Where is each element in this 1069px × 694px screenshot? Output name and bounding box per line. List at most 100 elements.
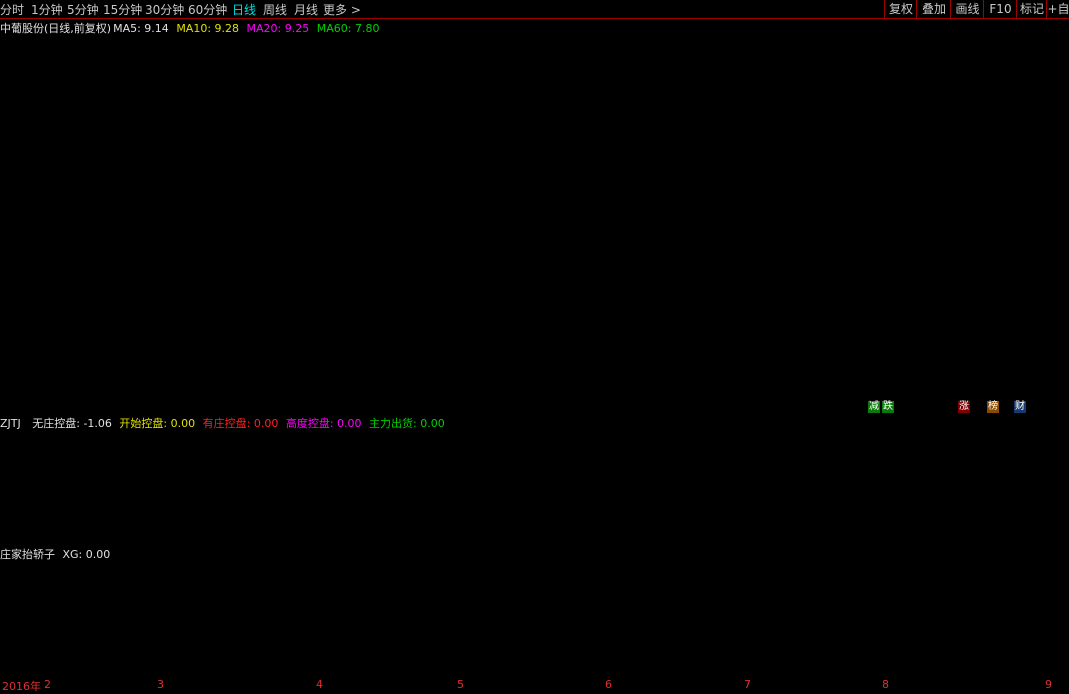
zjtj-bar (429, 494, 433, 502)
candle-body (151, 340, 159, 350)
candle-body (185, 338, 193, 345)
period-tab-4[interactable]: 30分钟 (145, 1, 184, 18)
candle-body (327, 249, 335, 282)
zjtj-bar (228, 490, 232, 502)
candle-body (110, 346, 118, 351)
candle-body (318, 278, 326, 302)
badge-rise[interactable]: 涨 (958, 401, 970, 413)
period-tab-7[interactable]: 周线 (263, 1, 287, 18)
candle-body (644, 329, 652, 332)
zjtj-bar (295, 490, 299, 502)
zjtj-bar (671, 496, 675, 502)
candle-body (819, 204, 827, 226)
period-tab-2[interactable]: 5分钟 (67, 1, 99, 18)
zjtj-bar (1005, 502, 1009, 506)
candle-body (586, 329, 593, 337)
candle-body (143, 340, 151, 348)
zjtj-bar (245, 490, 249, 502)
toolbar-button-3[interactable]: F10 (983, 0, 1017, 18)
candle-body (844, 170, 852, 191)
chart-canvas[interactable]: 10.784.55× × × × × × × × × × × × × × × × × × × × × (0, 0, 1069, 691)
candle-body (18, 350, 26, 376)
zjtj-bar (688, 492, 692, 502)
candle-body (602, 320, 610, 324)
candle-body (719, 295, 727, 298)
candle-body (168, 340, 176, 343)
main-legend: 中葡股份(日线,前复权) MA5: 9.14 MA10: 9.28 MA20: 9… (0, 20, 383, 36)
toolbar-button-0[interactable]: 复权 (884, 0, 917, 18)
candle-body (419, 247, 426, 267)
zjtj-bar (212, 492, 216, 502)
zjtj-bar (387, 482, 391, 502)
zjtj-bar (838, 454, 842, 502)
candle-body (302, 307, 310, 311)
candle-body (853, 147, 861, 174)
badge-finance[interactable]: 财 (1014, 401, 1026, 413)
buy-arrow-head (908, 203, 939, 220)
buy-arrow-head (299, 318, 329, 335)
zjtj-bar (61, 502, 65, 526)
date-label: 3 (157, 678, 164, 691)
candle-body (736, 289, 744, 296)
candle-body (544, 328, 552, 334)
zjtj-bar (78, 502, 82, 510)
zjtj-bar (1038, 502, 1042, 504)
toolbar-button-1[interactable]: 叠加 (916, 0, 951, 18)
zjtj-bar (479, 502, 483, 518)
event-marker-icon: × (993, 32, 1000, 41)
candle-body (778, 283, 786, 287)
indicator-name: ZJTJ (0, 417, 21, 430)
zjtj-bar (521, 502, 525, 522)
candle-body (552, 326, 560, 330)
zjtj-bar (170, 494, 174, 502)
signal-legend: 庄家抬轿子 XG: 0.00 (0, 546, 114, 562)
period-tab-8[interactable]: 月线 (294, 1, 318, 18)
candle-body (1020, 133, 1028, 144)
period-tab-6[interactable]: 日线 (232, 1, 256, 18)
zjtj-bar (729, 490, 733, 502)
zjtj-bar (780, 490, 784, 502)
badge-decline-reduce[interactable]: 减 (868, 401, 880, 413)
zjtj-bar (103, 494, 107, 502)
candle-body (869, 91, 877, 119)
candle-body (677, 315, 685, 325)
toolbar-button-4[interactable]: 标记 (1016, 0, 1047, 18)
period-tab-0[interactable]: 分时 (0, 1, 24, 18)
candle-body (410, 264, 418, 275)
zjtj-bar (713, 490, 717, 502)
toolbar-button-5[interactable]: +自 (1046, 0, 1069, 18)
zjtj-bar (738, 488, 742, 502)
candle-body (377, 220, 385, 229)
candle-body (126, 341, 134, 351)
period-tab-3[interactable]: 15分钟 (103, 1, 142, 18)
zjtj-bar (813, 470, 817, 502)
zjtj-bar (930, 490, 934, 502)
period-tab-9[interactable]: 更多 > (323, 1, 361, 18)
zjtj-bar (395, 490, 399, 502)
period-tab-1[interactable]: 1分钟 (31, 1, 63, 18)
candle-body (285, 307, 293, 314)
candle-body (68, 360, 76, 369)
candle-body (803, 238, 811, 274)
candle-body (828, 193, 836, 207)
candle-body (995, 71, 1003, 115)
zjtj-bar (454, 492, 458, 502)
zjtj-bar (345, 460, 349, 502)
zjtj-bar (1013, 502, 1017, 506)
date-label: 6 (605, 678, 612, 691)
zjtj-bar (988, 494, 992, 502)
zjtj-bar (896, 482, 900, 502)
zjtj-bar (805, 478, 809, 502)
candle-body (986, 54, 994, 70)
zjtj-bar (880, 446, 884, 502)
badge-decline[interactable]: 跌 (882, 401, 894, 413)
xg-spike (801, 564, 813, 677)
toolbar-button-2[interactable]: 画线 (950, 0, 984, 18)
date-label: 5 (457, 678, 464, 691)
period-tab-5[interactable]: 60分钟 (188, 1, 227, 18)
candle-body (193, 334, 201, 344)
high-price-label: 10.78 (993, 37, 1025, 50)
zjtj-bar (404, 502, 408, 506)
badge-ranking[interactable]: 榜 (987, 401, 999, 413)
candle-body (535, 327, 543, 331)
